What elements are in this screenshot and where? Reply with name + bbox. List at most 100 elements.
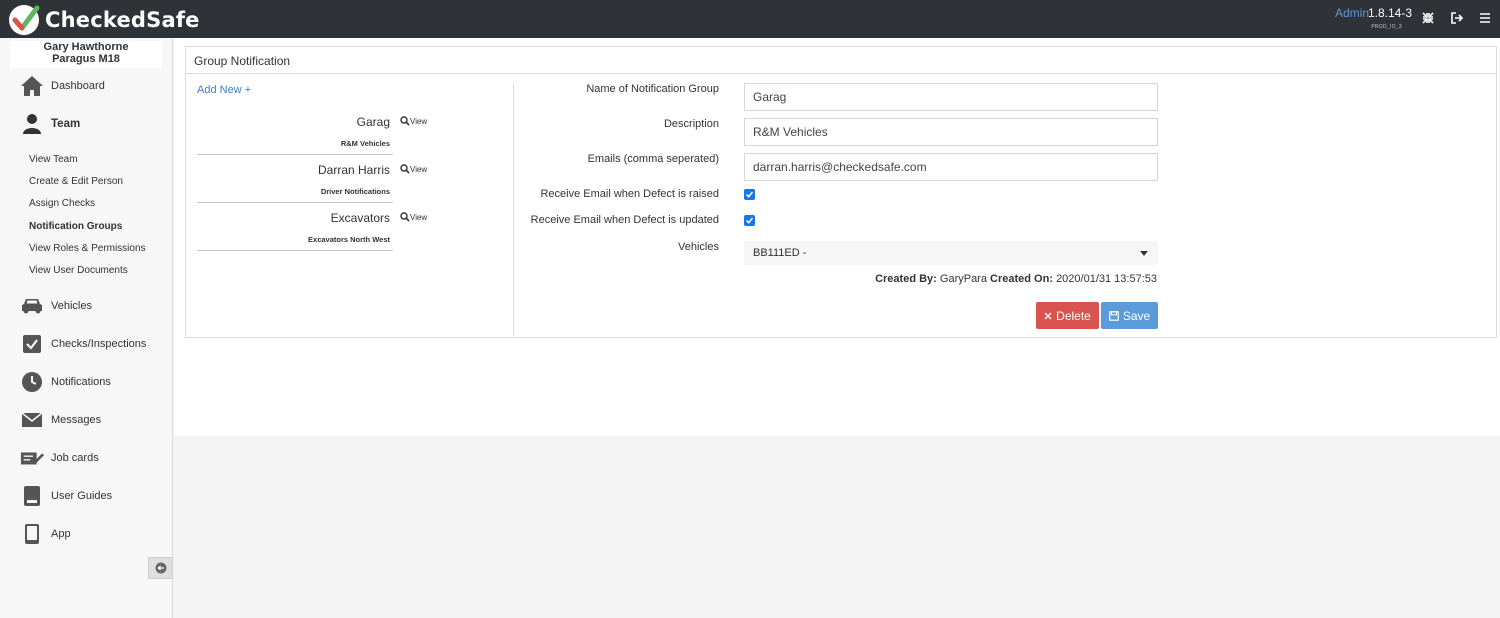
nav-vehicles[interactable]: Vehicles xyxy=(0,291,173,321)
created-by-label: Created By: xyxy=(875,273,937,285)
raised-label: Receive Email when Defect is raised xyxy=(540,188,719,200)
panel-header: Group Notification xyxy=(186,47,1496,74)
floppy-disk-icon xyxy=(1109,310,1119,321)
nav-label: App xyxy=(51,528,71,540)
raised-checkbox[interactable] xyxy=(744,189,755,200)
nav-team[interactable]: Team xyxy=(0,109,173,139)
book-icon xyxy=(20,484,44,508)
delete-label: Delete xyxy=(1056,308,1091,323)
nav-label: Notifications xyxy=(51,376,111,388)
sub-assign-checks[interactable]: Assign Checks xyxy=(29,198,95,209)
group-separator xyxy=(197,202,393,203)
emails-input[interactable] xyxy=(744,153,1158,181)
nav-label: User Guides xyxy=(51,490,113,502)
magnifier-icon xyxy=(400,164,410,174)
collapse-arrow-icon xyxy=(155,562,166,574)
emails-label: Emails (comma seperated) xyxy=(587,153,719,165)
updated-checkbox[interactable] xyxy=(744,215,755,226)
checkmark-icon xyxy=(745,191,754,198)
sub-view-user-documents[interactable]: View User Documents xyxy=(29,265,128,276)
view-group-link[interactable]: View xyxy=(400,116,427,126)
group-name[interactable]: Darran Harris xyxy=(318,163,390,177)
group-separator xyxy=(197,154,393,155)
car-icon xyxy=(20,294,44,318)
view-group-link[interactable]: View xyxy=(400,212,427,222)
app-name: CheckedSafe xyxy=(45,8,200,32)
menu-icon[interactable] xyxy=(1478,11,1492,25)
nav-label: Messages xyxy=(51,414,102,426)
created-info: Created By: GaryPara Created On: 2020/01… xyxy=(875,273,1157,285)
sub-view-team[interactable]: View Team xyxy=(29,154,78,165)
group-description: R&M Vehicles xyxy=(340,139,390,148)
user-icon xyxy=(20,112,44,136)
group-name[interactable]: Excavators xyxy=(331,211,390,225)
version-label: 1.8.14-3 xyxy=(1367,6,1412,20)
vehicles-select[interactable]: BB111ED - xyxy=(744,241,1158,265)
save-button[interactable]: Save xyxy=(1101,302,1158,329)
mobile-phone-icon xyxy=(20,522,44,546)
magnifier-icon xyxy=(400,212,410,222)
checkbox-icon xyxy=(20,332,44,356)
edit-card-icon xyxy=(20,446,44,470)
group-name[interactable]: Garag xyxy=(357,115,390,129)
magnifier-icon xyxy=(400,116,410,126)
checkedsafe-logo-icon xyxy=(9,5,40,35)
name-label: Name of Notification Group xyxy=(586,83,719,95)
description-input[interactable] xyxy=(744,118,1158,146)
view-group-link[interactable]: View xyxy=(400,164,427,174)
nav-messages[interactable]: Messages xyxy=(0,405,173,435)
sub-notification-groups[interactable]: Notification Groups xyxy=(29,221,122,232)
nav-notifications[interactable]: Notifications xyxy=(0,367,173,397)
nav-user-guides[interactable]: User Guides xyxy=(0,481,173,511)
delete-button[interactable]: Delete xyxy=(1036,302,1099,329)
save-label: Save xyxy=(1122,308,1151,323)
top-bar: CheckedSafe Admin 1.8.14-3 PROD_IO_3 xyxy=(0,0,1500,38)
created-on-label: Created On: xyxy=(990,273,1053,285)
updated-label: Receive Email when Defect is updated xyxy=(530,214,719,226)
panel-divider xyxy=(513,83,514,338)
checkmark-icon xyxy=(745,217,754,224)
plus-icon: + xyxy=(244,84,252,96)
close-icon xyxy=(1044,312,1052,319)
group-description: Driver Notifications xyxy=(320,187,390,196)
sub-create-edit-person[interactable]: Create & Edit Person xyxy=(29,176,123,187)
user-name: Gary Hawthorne xyxy=(43,41,129,53)
nav-job-cards[interactable]: Job cards xyxy=(0,443,173,473)
nav-label: Team xyxy=(51,118,81,130)
add-new-link[interactable]: Add New + xyxy=(197,84,251,96)
vehicles-selected-value: BB111ED - xyxy=(753,247,807,259)
view-label: View xyxy=(410,116,428,126)
view-label: View xyxy=(410,212,428,222)
build-label: PROD_IO_3 xyxy=(1371,24,1402,30)
sub-view-roles-permissions[interactable]: View Roles & Permissions xyxy=(29,243,146,254)
clock-icon xyxy=(20,370,44,394)
description-label: Description xyxy=(663,118,719,130)
logout-icon[interactable] xyxy=(1450,11,1464,25)
nav-label: Checks/Inspections xyxy=(51,338,147,350)
nav-dashboard[interactable]: Dashboard xyxy=(0,71,173,101)
collapse-sidebar-button[interactable] xyxy=(148,557,173,579)
page-title: Group Notification xyxy=(194,54,291,68)
nav-label: Dashboard xyxy=(51,80,105,92)
created-by-value: GaryPara xyxy=(939,273,987,285)
expand-icon[interactable] xyxy=(1421,11,1435,25)
admin-link[interactable]: Admin xyxy=(1335,6,1369,20)
user-company: Paragus M18 xyxy=(52,53,120,65)
group-notification-panel: Group Notification Add New + Garag R&M V… xyxy=(185,46,1497,338)
user-card: Gary Hawthorne Paragus M18 xyxy=(10,41,162,68)
nav-app[interactable]: App xyxy=(0,519,173,549)
envelope-icon xyxy=(20,408,44,432)
nav-checks[interactable]: Checks/Inspections xyxy=(0,329,173,359)
app-logo[interactable]: CheckedSafe xyxy=(8,4,200,36)
group-description: Excavators North West xyxy=(308,235,390,244)
vehicles-label: Vehicles xyxy=(678,241,719,253)
home-icon xyxy=(20,74,44,98)
nav-label: Vehicles xyxy=(51,300,92,312)
sidebar: Gary Hawthorne Paragus M18 Dashboard Tea… xyxy=(0,38,173,618)
group-name-input[interactable] xyxy=(744,83,1158,111)
caret-down-icon xyxy=(1140,251,1148,256)
nav-label: Job cards xyxy=(51,452,99,464)
created-on-value: 2020/01/31 13:57:53 xyxy=(1056,273,1157,285)
add-new-label: Add New xyxy=(197,84,242,96)
group-separator xyxy=(197,250,393,251)
